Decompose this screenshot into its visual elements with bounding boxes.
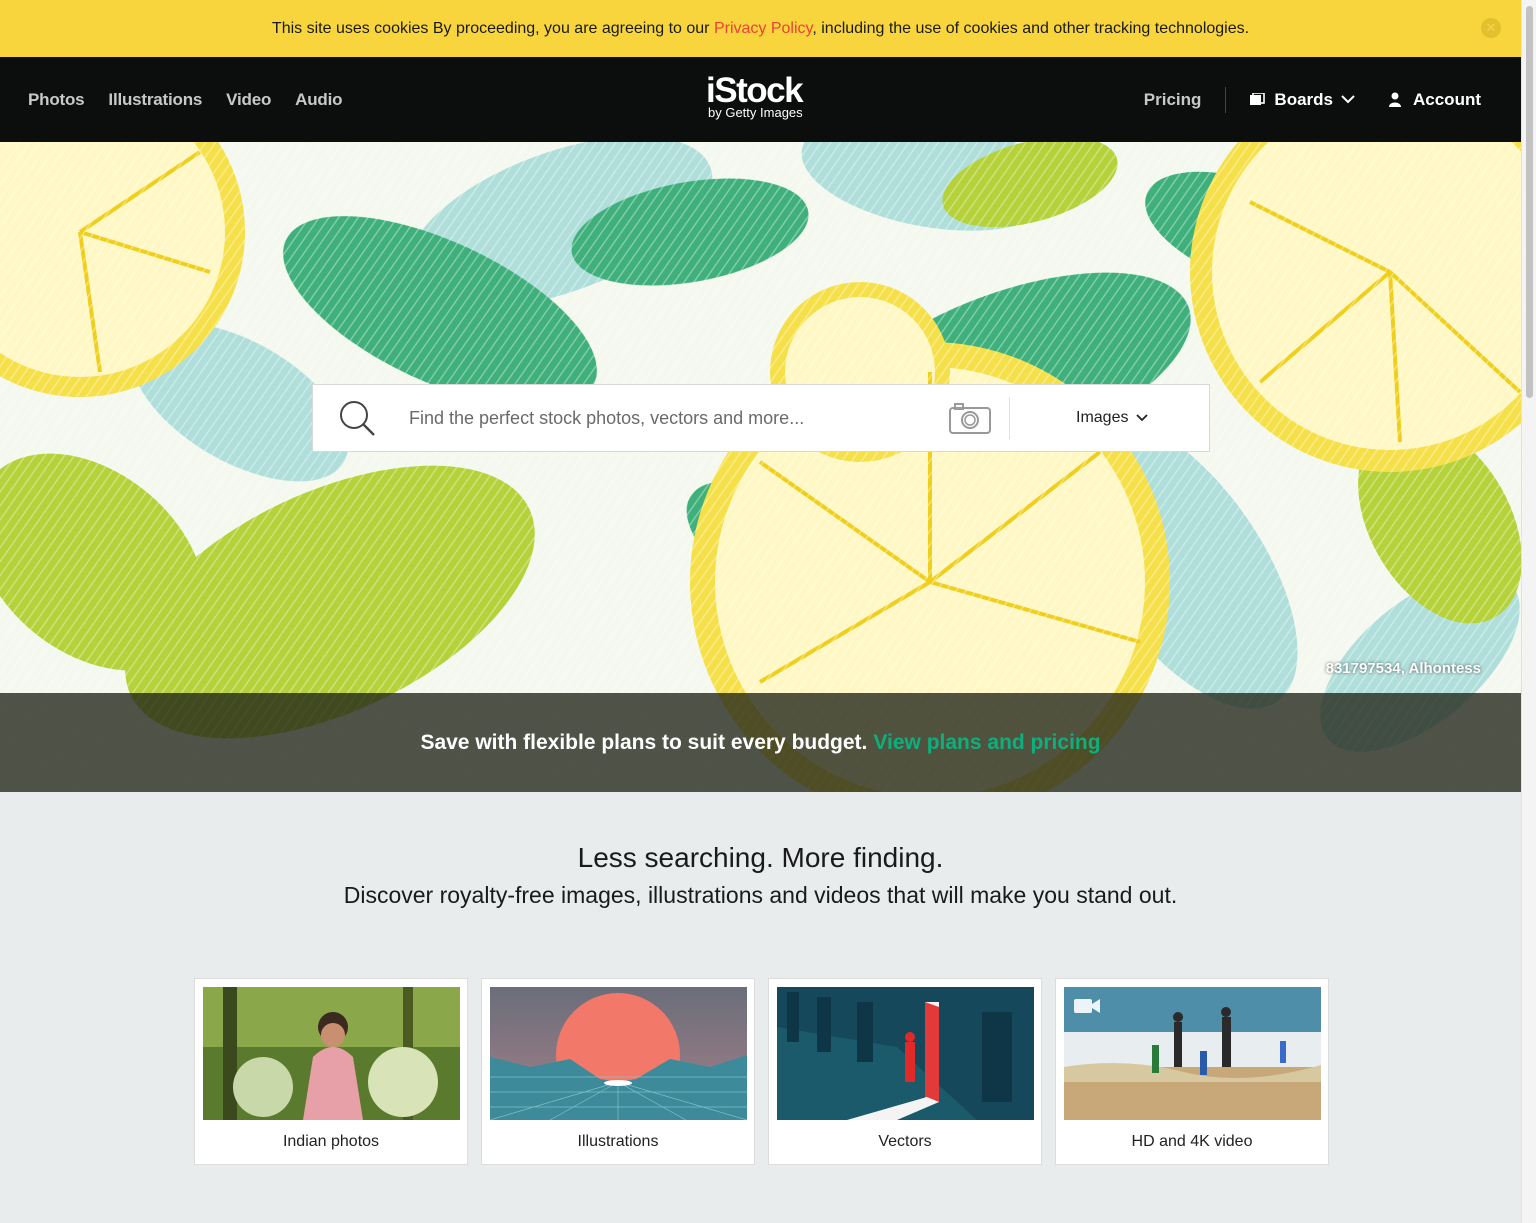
video-camera-icon [1074, 999, 1100, 1013]
search-icon[interactable] [337, 398, 377, 438]
intro-section: Less searching. More finding. Discover r… [0, 842, 1521, 909]
image-credit: 831797534, Alhontess [1325, 660, 1481, 677]
promo-banner: Save with flexible plans to suit every b… [0, 693, 1521, 792]
chevron-down-icon [1136, 414, 1149, 422]
nav-audio[interactable]: Audio [295, 90, 342, 110]
card-indian-photos[interactable]: Indian photos [194, 978, 468, 1165]
nav-photos[interactable]: Photos [28, 90, 85, 110]
search-divider [1009, 397, 1010, 439]
search-input[interactable] [409, 407, 929, 429]
nav-pricing[interactable]: Pricing [1144, 90, 1202, 110]
logo-subtitle: by Getty Images [708, 105, 803, 120]
view-plans-link[interactable]: View plans and pricing [873, 731, 1100, 755]
user-nav: Pricing Boards Account [1144, 57, 1481, 142]
close-cookie-button[interactable]: ✕ [1481, 18, 1501, 38]
boards-menu[interactable]: Boards [1250, 90, 1355, 110]
boards-icon [1250, 92, 1266, 105]
nav-divider [1225, 86, 1227, 113]
camera-icon[interactable] [949, 402, 991, 434]
cookie-text: This site uses cookies By proceeding, yo… [271, 19, 1250, 37]
nav-illustrations[interactable]: Illustrations [108, 90, 202, 110]
close-icon: ✕ [1485, 20, 1497, 35]
page: This site uses cookies By proceeding, yo… [0, 0, 1521, 1223]
media-type-label: Images [1076, 409, 1129, 426]
card-vectors[interactable]: Vectors [768, 978, 1042, 1165]
card-label: HD and 4K video [1131, 1133, 1253, 1150]
main-nav: Photos Illustrations Video Audio [28, 90, 343, 110]
site-header: Photos Illustrations Video Audio iStock … [0, 57, 1521, 142]
intro-subheading: Discover royalty-free images, illustrati… [343, 882, 1178, 908]
media-type-dropdown[interactable]: Images [1076, 409, 1149, 427]
account-menu[interactable]: Account [1389, 90, 1481, 110]
indian-photos-thumbnail [203, 987, 460, 1120]
cookie-banner: This site uses cookies By proceeding, yo… [0, 0, 1521, 57]
account-label: Account [1413, 89, 1481, 109]
card-illustrations[interactable]: Illustrations [481, 978, 755, 1165]
promo-text: Save with flexible plans to suit every b… [420, 730, 868, 754]
illustrations-thumbnail [490, 987, 747, 1120]
scrollbar-thumb[interactable] [1526, 6, 1533, 398]
intro-heading: Less searching. More finding. [577, 842, 944, 873]
category-cards: Indian photos Illustrations Vectors HD a… [194, 978, 1329, 1165]
user-icon [1389, 92, 1401, 107]
hd-4k-video-thumbnail [1064, 987, 1321, 1120]
hero-banner: Images 831797534, Alhontess Save with fl… [0, 142, 1521, 792]
vectors-thumbnail [777, 987, 1034, 1120]
card-hd-4k-video[interactable]: HD and 4K video [1055, 978, 1329, 1165]
chevron-down-icon [1341, 95, 1355, 104]
boards-label: Boards [1274, 89, 1333, 109]
privacy-policy-link[interactable]: Privacy Policy [714, 20, 812, 37]
card-label: Vectors [878, 1133, 932, 1150]
logo-brand: iStock [706, 71, 804, 110]
card-label: Indian photos [282, 1133, 380, 1150]
search-bar: Images [312, 384, 1210, 452]
istock-logo[interactable]: iStock by Getty Images [706, 71, 804, 121]
card-label: Illustrations [577, 1133, 659, 1150]
nav-video[interactable]: Video [226, 90, 271, 110]
page-scrollbar[interactable] [1521, 0, 1536, 1223]
